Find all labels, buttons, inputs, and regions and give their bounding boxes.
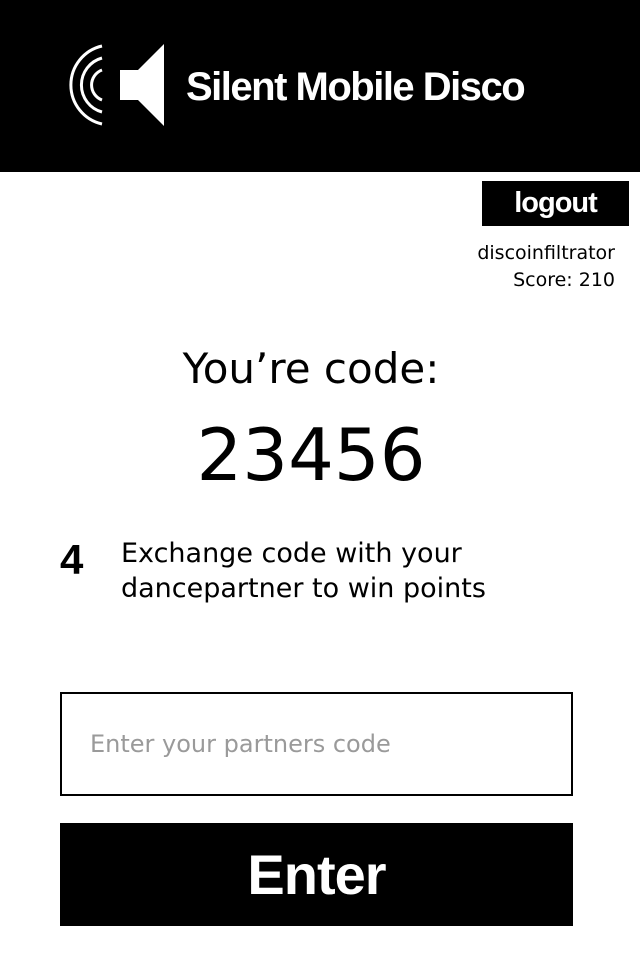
user-info: discoinfiltrator Score: 210: [477, 240, 615, 294]
step-instruction: Exchange code with your dancepartner to …: [121, 538, 486, 604]
enter-button[interactable]: Enter: [60, 823, 573, 926]
score: Score: 210: [513, 269, 615, 291]
logout-button[interactable]: logout: [482, 181, 629, 226]
code-value: 23456: [196, 413, 426, 497]
code-label: You’re code:: [182, 344, 440, 393]
step-number: 4: [60, 536, 84, 583]
app-header: Silent Mobile Disco: [0, 0, 640, 172]
username: discoinfiltrator: [477, 242, 615, 264]
partner-code-input[interactable]: [60, 692, 573, 796]
app-title: Silent Mobile Disco: [186, 65, 526, 109]
speaker-sound-waves-icon: [69, 44, 164, 126]
